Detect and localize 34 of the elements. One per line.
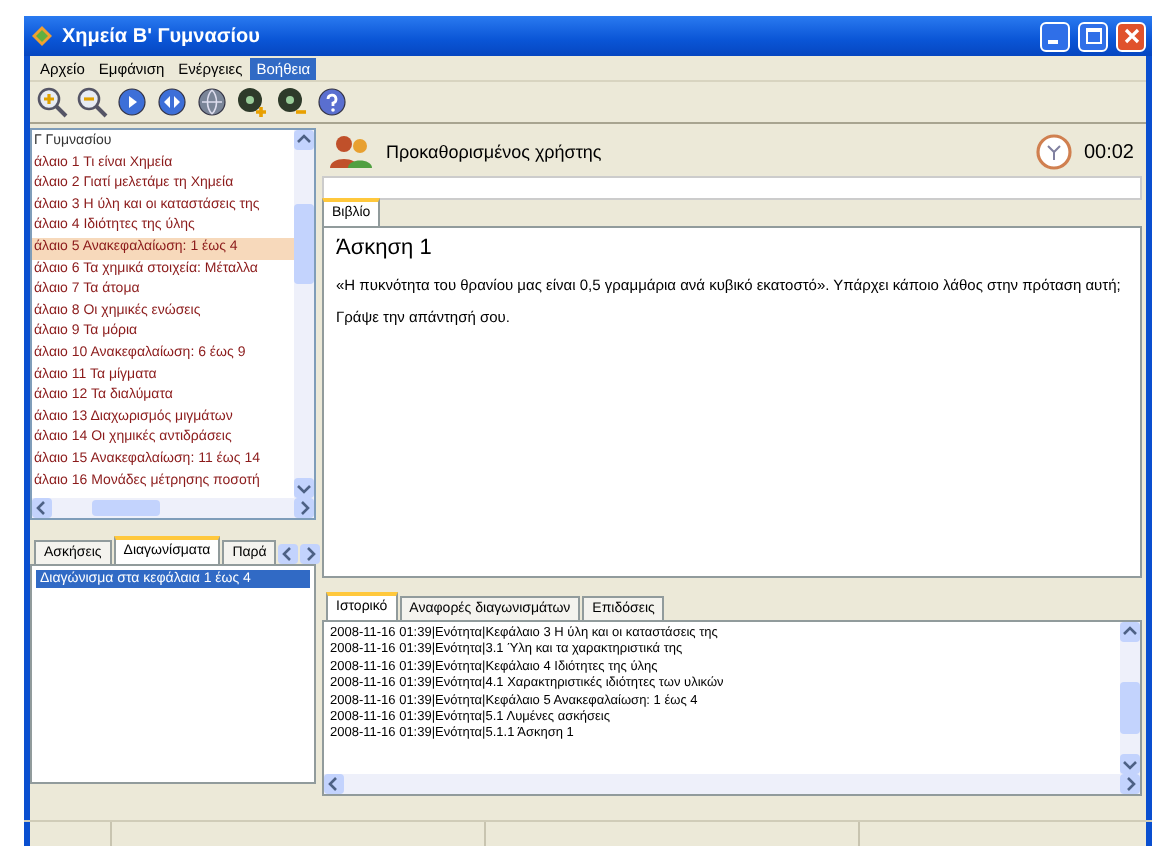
window-title: Χημεία Β' Γυμνασίου [62,25,262,47]
close-icon [1123,28,1139,44]
prev-next-icon[interactable] [156,86,188,118]
scrollbar-thumb[interactable] [294,204,314,284]
help-icon[interactable] [316,86,348,118]
scroll-left-icon[interactable] [32,498,52,518]
play-icon[interactable] [116,86,148,118]
zoom-out-icon[interactable] [76,86,108,118]
users-icon [330,134,374,170]
exercise-title: Άσκηση 1 [336,236,434,260]
globe-icon[interactable] [196,86,228,118]
scroll-down-icon[interactable] [1120,754,1140,774]
scroll-right-icon[interactable] [1120,774,1140,794]
scroll-right-icon[interactable] [294,498,314,518]
scroll-up-icon[interactable] [294,130,314,150]
user-name: Προκαθορισμένος χρήστης [386,142,604,162]
scroll-left-icon[interactable] [324,774,344,794]
scroll-down-icon[interactable] [294,478,314,498]
minimize-button[interactable] [1040,21,1070,51]
close-button[interactable] [1116,21,1146,51]
tab-right-icon[interactable] [300,544,321,564]
disc-minus-icon[interactable] [276,86,308,118]
maximize-icon [1085,28,1101,44]
clock-icon [1035,134,1072,170]
maximize-button[interactable] [1078,21,1108,51]
scrollbar-thumb[interactable] [1120,682,1140,734]
input-field[interactable] [322,176,1142,200]
scroll-up-icon[interactable] [1120,622,1140,642]
app-icon [30,24,54,48]
tab-left-icon[interactable] [278,544,299,564]
scrollbar-thumb[interactable] [92,500,160,516]
timer: 00:02 [1083,141,1134,163]
zoom-in-icon[interactable] [36,86,68,118]
disc-plus-icon[interactable] [236,86,268,118]
